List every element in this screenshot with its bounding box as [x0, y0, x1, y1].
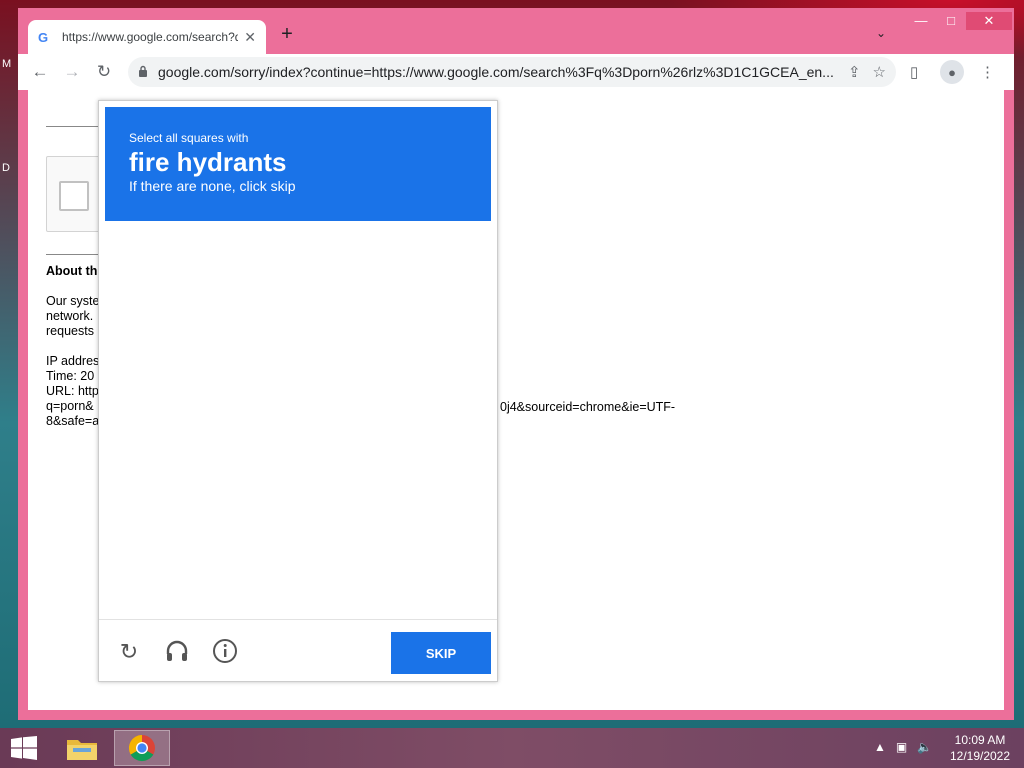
- start-windows-icon[interactable]: [10, 736, 38, 760]
- challenge-tile[interactable]: [200, 322, 299, 421]
- forward-icon[interactable]: →: [58, 58, 86, 86]
- challenge-target: fire hydrants: [129, 147, 287, 177]
- recaptcha-checkbox[interactable]: [59, 181, 89, 211]
- minimize-button[interactable]: —: [906, 12, 936, 30]
- taskbar: ▲ ▣ 🔈 10:09 AM 12/19/2022: [0, 728, 1024, 768]
- challenge-header: Select all squares with fire hydrants If…: [105, 107, 491, 221]
- share-icon[interactable]: ⇪: [848, 63, 861, 81]
- desktop-icon-label: M: [2, 58, 12, 70]
- url-text-tail: 0j4&sourceid=chrome&ie=UTF-: [500, 400, 676, 414]
- profile-avatar-icon[interactable]: ●: [940, 60, 964, 84]
- challenge-tile[interactable]: [394, 419, 493, 518]
- network-icon[interactable]: ▣: [896, 740, 907, 754]
- chrome-icon[interactable]: [114, 730, 170, 766]
- challenge-instructions: Select all squares with: [129, 131, 249, 145]
- challenge-grid: [103, 225, 493, 615]
- challenge-tile[interactable]: [297, 322, 396, 421]
- maximize-button[interactable]: □: [936, 12, 966, 30]
- close-window-button[interactable]: ✕: [966, 12, 1012, 30]
- request-info: IP addres Time: 20 URL: http q=porn& 8&s…: [46, 354, 100, 428]
- clock[interactable]: 10:09 AM 12/19/2022: [940, 732, 1020, 764]
- new-tab-button[interactable]: +: [276, 24, 298, 46]
- skip-button[interactable]: SKIP: [391, 632, 491, 674]
- divider: [46, 126, 106, 127]
- close-tab-icon[interactable]: ✕: [244, 29, 256, 46]
- file-explorer-icon[interactable]: [54, 730, 110, 766]
- volume-icon[interactable]: 🔈: [917, 740, 932, 754]
- challenge-tile[interactable]: [200, 516, 299, 615]
- challenge-tile[interactable]: [297, 516, 396, 615]
- recaptcha-challenge: Select all squares with fire hydrants If…: [98, 100, 498, 682]
- audio-challenge-icon[interactable]: [163, 638, 191, 666]
- clock-date: 12/19/2022: [949, 749, 1011, 763]
- challenge-tile[interactable]: [200, 419, 299, 518]
- challenge-footer: ↻ SKIP: [99, 619, 497, 682]
- side-panel-icon[interactable]: ▯: [910, 57, 918, 87]
- challenge-tile[interactable]: [200, 225, 299, 324]
- google-favicon-icon: G: [38, 29, 49, 45]
- challenge-tile[interactable]: [103, 322, 202, 421]
- tab-strip: G https://www.google.com/search?q= ✕ + ⌄…: [18, 8, 1014, 54]
- challenge-tile[interactable]: [103, 225, 202, 324]
- reload-icon[interactable]: ↻: [90, 58, 118, 86]
- url-text[interactable]: google.com/sorry/index?continue=https://…: [158, 64, 836, 80]
- bookmark-star-icon[interactable]: ☆: [873, 63, 886, 81]
- challenge-tile[interactable]: [394, 322, 493, 421]
- reload-challenge-icon[interactable]: ↻: [115, 638, 143, 666]
- challenge-tile[interactable]: [394, 516, 493, 615]
- clock-time: 10:09 AM: [954, 733, 1006, 747]
- tab-title: https://www.google.com/search?q=: [62, 30, 239, 44]
- challenge-tile[interactable]: [297, 225, 396, 324]
- challenge-tile[interactable]: [394, 225, 493, 324]
- about-heading: About th: [46, 264, 98, 278]
- system-tray: ▲ ▣ 🔈: [874, 740, 932, 754]
- menu-kebab-icon[interactable]: ⋮: [980, 57, 995, 87]
- browser-toolbar: ← → ↻ google.com/sorry/index?continue=ht…: [18, 54, 1014, 90]
- lock-icon: [138, 65, 148, 80]
- back-icon[interactable]: ←: [26, 58, 54, 86]
- challenge-tile[interactable]: [103, 516, 202, 615]
- desktop-icon-label: D: [2, 162, 10, 174]
- challenge-hint: If there are none, click skip: [129, 178, 296, 194]
- address-bar[interactable]: google.com/sorry/index?continue=https://…: [128, 57, 896, 87]
- browser-tab[interactable]: G https://www.google.com/search?q= ✕: [28, 20, 266, 54]
- challenge-tile[interactable]: [103, 419, 202, 518]
- tab-search-icon[interactable]: ⌄: [876, 26, 886, 40]
- show-hidden-icons-icon[interactable]: ▲: [874, 740, 886, 754]
- challenge-tile[interactable]: [297, 419, 396, 518]
- about-paragraph: Our syste network. requests: [46, 294, 100, 338]
- info-icon[interactable]: [211, 638, 239, 666]
- divider: [46, 254, 106, 255]
